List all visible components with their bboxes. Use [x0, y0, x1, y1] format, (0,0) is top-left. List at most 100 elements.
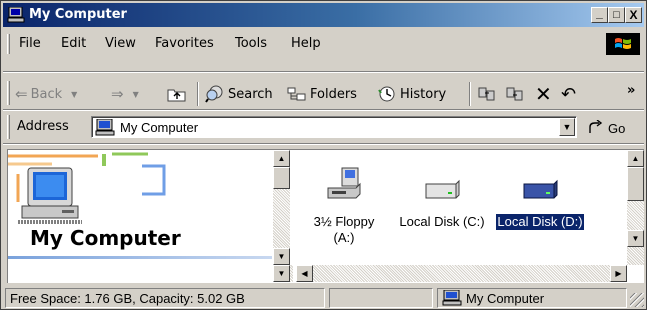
- info-pane-hscrollbar[interactable]: ▼: [273, 265, 293, 282]
- folders-label: Folders: [310, 86, 357, 102]
- window-title: My Computer: [29, 7, 127, 22]
- drive-label: 3½ Floppy: [313, 214, 375, 229]
- address-label: Address: [17, 119, 69, 134]
- copy-to-button[interactable]: [505, 83, 525, 105]
- drive-label-selected: Local Disk (D:): [495, 213, 585, 231]
- status-info: Free Space: 1.76 GB, Capacity: 5.02 GB: [5, 288, 325, 308]
- move-to-icon: [478, 87, 495, 101]
- title-bar[interactable]: My Computer _ □ X: [3, 3, 644, 27]
- address-value: My Computer: [120, 120, 199, 135]
- status-zone-text: My Computer: [466, 290, 545, 306]
- maximize-button[interactable]: □: [608, 7, 625, 23]
- close-button[interactable]: X: [625, 7, 642, 23]
- my-computer-icon: [7, 6, 25, 26]
- chevron-down-icon: ▼: [562, 122, 572, 132]
- close-icon: X: [629, 8, 638, 22]
- drive-item-c[interactable]: Local Disk (C:): [394, 162, 490, 230]
- toolbar-grip[interactable]: [7, 81, 10, 105]
- address-grip[interactable]: [7, 115, 10, 139]
- info-pane-title: My Computer: [30, 226, 181, 250]
- explorer-window: My Computer _ □ X File Edit View Favorit…: [0, 0, 647, 310]
- info-pane-footer: [8, 265, 272, 282]
- resize-grip[interactable]: [630, 293, 644, 307]
- info-pane-banner: [8, 152, 166, 224]
- scroll-right-button[interactable]: ▶: [610, 265, 627, 282]
- toolbar-overflow-button[interactable]: »: [627, 79, 635, 101]
- arrow-up-icon: ▲: [631, 153, 640, 163]
- floppy-drive-icon: [327, 167, 361, 199]
- back-label: Back: [30, 86, 63, 102]
- menu-grip[interactable]: [7, 34, 10, 54]
- status-zone: My Computer: [437, 288, 627, 308]
- delete-icon: ✕: [535, 82, 552, 106]
- arrow-right-icon: ▶: [615, 268, 622, 278]
- up-button[interactable]: [167, 83, 187, 105]
- scroll-down-button[interactable]: ▼: [273, 265, 290, 282]
- status-empty-cell: [329, 288, 433, 308]
- go-button[interactable]: Go: [587, 117, 625, 139]
- delete-button[interactable]: ✕: [535, 82, 552, 106]
- menu-help[interactable]: Help: [291, 36, 321, 51]
- menu-favorites[interactable]: Favorites: [155, 36, 214, 51]
- info-pane-scrollbar[interactable]: ▲ ▼: [273, 150, 290, 265]
- menu-edit[interactable]: Edit: [61, 36, 86, 51]
- folders-icon: [287, 87, 306, 101]
- forward-button[interactable]: ⇒ ▼: [111, 83, 139, 105]
- menu-view[interactable]: View: [105, 36, 136, 51]
- scroll-down-button[interactable]: ▼: [627, 230, 644, 247]
- arrow-up-icon: ▲: [277, 153, 286, 163]
- arrow-down-icon: ▼: [277, 251, 286, 261]
- move-to-button[interactable]: [477, 83, 497, 105]
- scroll-up-button[interactable]: ▲: [273, 150, 290, 167]
- back-button[interactable]: ⇐ Back ▼: [15, 83, 77, 105]
- info-pane-divider: [8, 256, 272, 259]
- history-button[interactable]: History: [377, 83, 446, 105]
- search-label: Search: [228, 86, 273, 102]
- address-bar: Address My Computer ▼ Go: [3, 113, 644, 141]
- scroll-up-button[interactable]: ▲: [627, 150, 644, 167]
- forward-dropdown-icon[interactable]: ▼: [133, 90, 139, 99]
- history-label: History: [400, 86, 447, 102]
- standard-toolbar: ⇐ Back ▼ ⇒ ▼ Search Folders History ✕ ↶ …: [3, 77, 644, 109]
- drive-list-vscrollbar[interactable]: ▲ ▼: [627, 150, 644, 265]
- forward-arrow-icon: ⇒: [111, 85, 124, 103]
- toolbar-separator: [197, 82, 199, 106]
- info-pane: My Computer: [8, 150, 272, 282]
- drive-item-a[interactable]: 3½ Floppy (A:): [296, 162, 392, 246]
- copy-to-icon: [506, 87, 523, 101]
- status-bar: Free Space: 1.76 GB, Capacity: 5.02 GB M…: [3, 287, 644, 308]
- scroll-thumb[interactable]: [627, 167, 644, 201]
- drive-list-hscrollbar[interactable]: ◀ ▶: [296, 265, 627, 282]
- chevron-right-icon: »: [627, 82, 636, 98]
- menu-tools[interactable]: Tools: [235, 36, 267, 51]
- back-dropdown-icon[interactable]: ▼: [71, 90, 77, 99]
- drive-list: 3½ Floppy (A:) Local Disk (C:) Local Dis…: [296, 150, 626, 264]
- address-input[interactable]: My Computer ▼: [91, 116, 577, 138]
- windows-logo: [606, 33, 640, 55]
- toolbar-separator-2: [469, 82, 471, 106]
- address-separator-h: [3, 143, 644, 145]
- minimize-icon: _: [596, 6, 603, 20]
- arrow-down-icon: ▼: [277, 268, 286, 278]
- minimize-button[interactable]: _: [591, 7, 608, 23]
- drive-item-d[interactable]: Local Disk (D:): [492, 162, 588, 231]
- undo-button[interactable]: ↶: [561, 83, 576, 105]
- toolbar-separator-h: [3, 109, 644, 111]
- arrow-left-icon: ◀: [301, 268, 308, 278]
- go-arrow-icon: [589, 120, 603, 133]
- drive-label: Local Disk (C:): [399, 214, 485, 229]
- menu-bar: File Edit View Favorites Tools Help: [3, 33, 644, 55]
- scroll-thumb[interactable]: [273, 167, 290, 189]
- menu-separator: [3, 71, 644, 73]
- scroll-left-button[interactable]: ◀: [296, 265, 313, 282]
- address-dropdown-button[interactable]: ▼: [559, 118, 575, 136]
- maximize-icon: □: [613, 8, 620, 21]
- drive-label-line2: (A:): [333, 230, 355, 245]
- search-button[interactable]: Search: [205, 83, 273, 105]
- hard-disk-icon: [425, 179, 460, 199]
- menu-file[interactable]: File: [19, 36, 41, 51]
- scroll-down-button[interactable]: ▼: [273, 248, 290, 265]
- hard-disk-icon: [523, 179, 558, 199]
- content-area: My Computer ▲ ▼ 3½ Floppy (A:) Local Dis…: [7, 149, 644, 283]
- folders-button[interactable]: Folders: [287, 83, 357, 105]
